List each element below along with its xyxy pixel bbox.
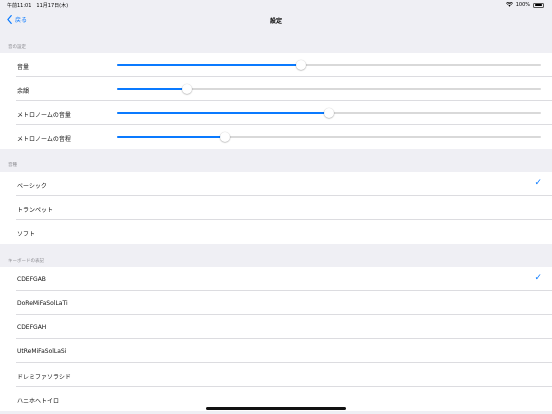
slider-thumb[interactable]: [220, 132, 231, 142]
slider-thumb[interactable]: [324, 108, 334, 118]
section-header-sound: 音の設定: [8, 45, 26, 50]
setting-label: 音量: [17, 64, 30, 71]
slider-thumb[interactable]: [296, 60, 307, 70]
section-header-timbre: 音種: [8, 163, 17, 168]
option-row[interactable]: ベーシック ✓: [0, 172, 552, 196]
setting-label: 余韻: [17, 88, 30, 95]
option-row[interactable]: ドレミファソラシド: [0, 363, 552, 387]
option-row[interactable]: CDEFGAB ✓: [0, 267, 552, 291]
keyboard-notation-group: CDEFGAB ✓ DoReMiFaSolLaTi CDEFGAH UtReMiFaSo…: [0, 267, 552, 411]
option-row[interactable]: ソフト: [0, 220, 552, 244]
timbre-group: ベーシック ✓ トランペット ソフト: [0, 172, 552, 244]
option-label: ソフト: [17, 231, 36, 238]
option-row[interactable]: CDEFGAH: [0, 315, 552, 339]
setting-row: メトロノームの音量: [0, 101, 552, 125]
home-indicator: [206, 407, 346, 410]
setting-slider[interactable]: [117, 132, 541, 142]
setting-row: 余韻: [0, 77, 552, 101]
slider-fill: [117, 88, 187, 90]
option-label: ドレミファソラシド: [17, 374, 71, 381]
page-title: 設定: [269, 18, 282, 25]
setting-slider[interactable]: [117, 60, 541, 70]
option-label: ベーシック: [17, 183, 47, 190]
battery-percent: 100%: [515, 2, 530, 8]
navigation-bar: 戻る 設定: [0, 10, 552, 32]
slider-fill: [117, 136, 226, 138]
setting-slider[interactable]: [117, 84, 541, 94]
setting-label: メトロノームの音程: [17, 136, 71, 143]
option-label: トランペット: [17, 207, 54, 214]
checkmark-icon: ✓: [534, 273, 542, 283]
option-label: CDEFGAB: [17, 276, 46, 283]
option-label: ハニホヘトイロ: [17, 398, 60, 405]
option-row[interactable]: DoReMiFaSolLaTi: [0, 291, 552, 315]
status-bar: 午前11:01 11月17日(木) 100%: [0, 0, 552, 10]
wifi-icon: [505, 1, 513, 8]
slider-fill: [117, 112, 329, 114]
sound-settings-group: 音量余韻メトロノームの音量 メトロノームの音程: [0, 53, 552, 149]
option-label: CDEFGAH: [17, 324, 47, 331]
setting-label: メトロノームの音量: [17, 112, 71, 119]
status-time: 午前11:01 11月17日(木): [7, 3, 69, 9]
slider-fill: [117, 64, 302, 66]
status-right: 100%: [505, 1, 544, 8]
option-row[interactable]: UtReMiFaSolLaSi: [0, 339, 552, 363]
battery-icon: [533, 2, 544, 8]
option-row[interactable]: トランペット: [0, 196, 552, 220]
setting-row: メトロノームの音程: [0, 125, 552, 149]
setting-row: 音量: [0, 53, 552, 77]
option-label: UtReMiFaSolLaSi: [17, 348, 67, 355]
section-header-keyboard-notation: キーボードの表記: [8, 259, 44, 264]
checkmark-icon: ✓: [534, 178, 542, 188]
slider-thumb[interactable]: [181, 84, 192, 94]
option-label: DoReMiFaSolLaTi: [17, 300, 68, 307]
setting-slider[interactable]: [117, 108, 541, 118]
